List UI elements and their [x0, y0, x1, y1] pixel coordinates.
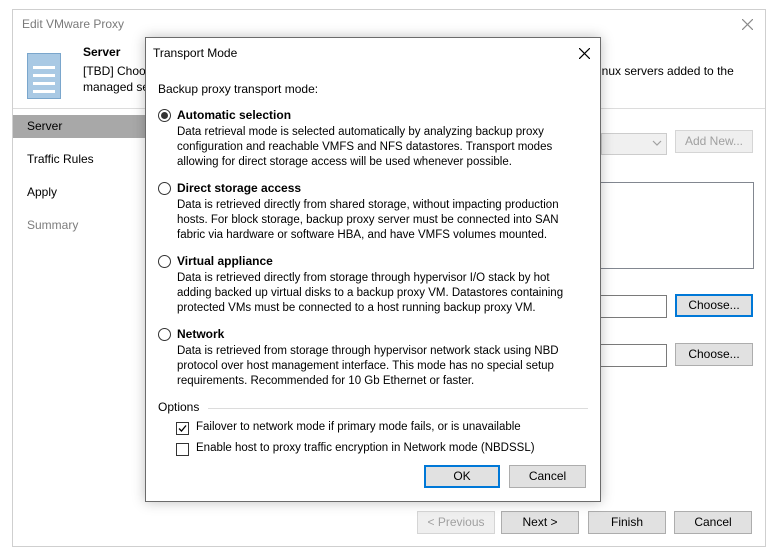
mode-automatic-selection[interactable]: Automatic selection Data retrieval mode …: [158, 108, 588, 168]
step-description-tail: inux servers added to the: [599, 64, 734, 78]
mode-description: Data is retrieved directly from shared s…: [177, 199, 559, 241]
radio-automatic-selection[interactable]: [158, 109, 171, 122]
transport-mode-dialog: Transport Mode Backup proxy transport mo…: [145, 37, 601, 502]
nav-step-summary[interactable]: Summary: [13, 214, 148, 237]
mode-description: Data retrieval mode is selected automati…: [177, 126, 553, 168]
failover-label: Failover to network mode if primary mode…: [196, 421, 521, 433]
options-group-label: Options: [158, 400, 200, 414]
mode-title: Network: [177, 327, 225, 341]
radio-network[interactable]: [158, 328, 171, 341]
dialog-close-button[interactable]: [568, 38, 600, 68]
server-select[interactable]: [601, 133, 667, 155]
close-icon: [578, 47, 590, 59]
window-close-button[interactable]: [729, 10, 765, 38]
outer-cancel-button[interactable]: Cancel: [674, 511, 752, 534]
encryption-label: Enable host to proxy traffic encryption …: [196, 442, 535, 454]
window-titlebar: Edit VMware Proxy: [13, 10, 765, 38]
checkmark-icon: [178, 425, 187, 432]
server-icon: [27, 53, 61, 99]
ok-button[interactable]: OK: [424, 465, 500, 488]
wizard-steps-nav: Server Traffic Rules Apply Summary: [13, 115, 148, 247]
dialog-titlebar: Transport Mode: [146, 38, 600, 68]
path-field-1[interactable]: [601, 295, 667, 318]
server-list[interactable]: [601, 182, 754, 269]
failover-checkbox[interactable]: [176, 422, 189, 435]
mode-title: Automatic selection: [177, 108, 292, 122]
choose-button-1[interactable]: Choose...: [675, 294, 753, 317]
path-field-2[interactable]: [601, 344, 667, 367]
step-title: Server: [83, 45, 121, 59]
nav-step-apply[interactable]: Apply: [13, 181, 148, 204]
step-description-line: [TBD] Choo: [83, 64, 146, 78]
step-description: [TBD] Choo managed se: [83, 63, 153, 95]
nav-step-traffic-rules[interactable]: Traffic Rules: [13, 148, 148, 171]
close-icon: [741, 18, 753, 30]
mode-title: Direct storage access: [177, 181, 302, 195]
radio-direct-storage-access[interactable]: [158, 182, 171, 195]
add-new-button[interactable]: Add New...: [675, 130, 753, 153]
next-button[interactable]: Next >: [501, 511, 579, 534]
chevron-down-icon: [652, 140, 662, 146]
mode-network[interactable]: Network Data is retrieved from storage t…: [158, 327, 588, 387]
mode-virtual-appliance[interactable]: Virtual appliance Data is retrieved dire…: [158, 254, 588, 314]
mode-title: Virtual appliance: [177, 254, 273, 268]
mode-description: Data is retrieved directly from storage …: [177, 272, 564, 314]
dialog-title: Transport Mode: [153, 46, 238, 60]
mode-direct-storage-access[interactable]: Direct storage access Data is retrieved …: [158, 181, 588, 241]
encryption-checkbox[interactable]: [176, 443, 189, 456]
nav-step-server[interactable]: Server: [13, 115, 148, 138]
transport-mode-label: Backup proxy transport mode:: [158, 82, 319, 96]
dialog-cancel-button[interactable]: Cancel: [509, 465, 586, 488]
previous-button[interactable]: < Previous: [417, 511, 495, 534]
radio-virtual-appliance[interactable]: [158, 255, 171, 268]
finish-button[interactable]: Finish: [588, 511, 666, 534]
step-description-line: managed se: [83, 80, 150, 94]
choose-button-2[interactable]: Choose...: [675, 343, 753, 366]
options-divider: [208, 408, 588, 409]
window-title: Edit VMware Proxy: [22, 17, 125, 31]
mode-description: Data is retrieved from storage through h…: [177, 345, 559, 387]
